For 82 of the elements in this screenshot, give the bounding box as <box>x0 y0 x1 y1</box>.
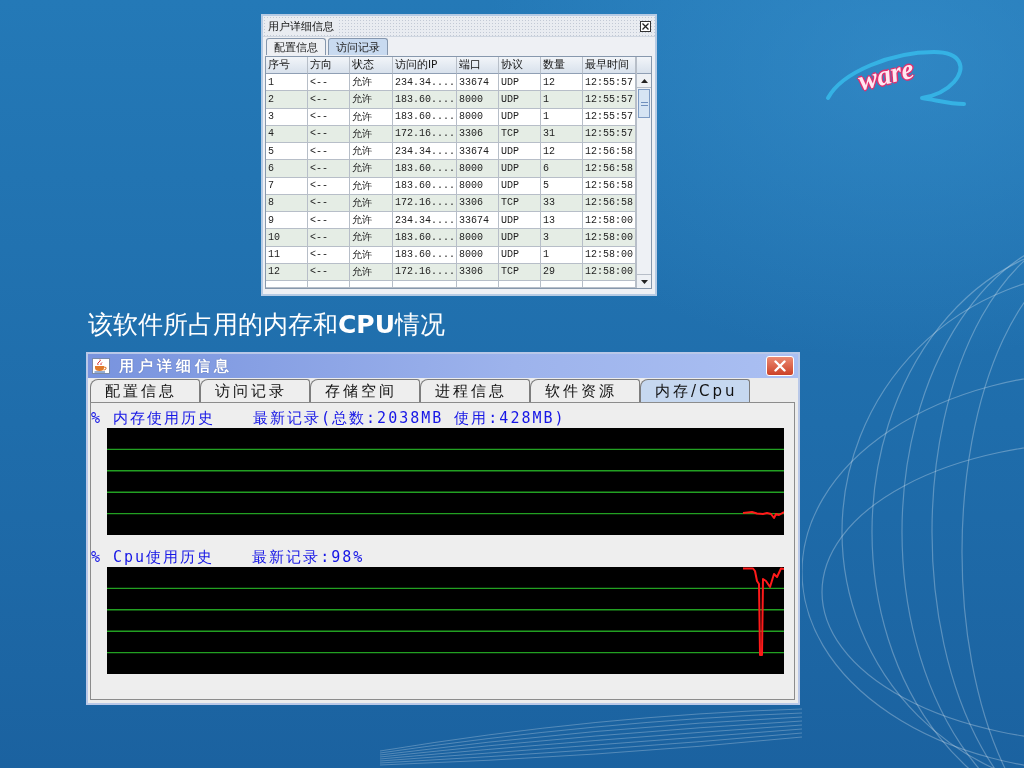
table-cell: 允许 <box>350 177 393 195</box>
table-cell: 允许 <box>350 246 393 264</box>
tab[interactable]: 内存/Cpu <box>640 379 750 402</box>
table-cell: <-- <box>308 91 350 109</box>
tab[interactable]: 存储空间 <box>310 379 420 402</box>
column-header[interactable]: 最早时间 <box>583 57 636 74</box>
table-cell: 183.60.... <box>393 246 457 264</box>
table-cell: 12:55:57 <box>583 91 636 109</box>
table-cell: 3 <box>266 108 308 126</box>
table-cell: <-- <box>308 108 350 126</box>
latest-reading: 最新记录:98% <box>252 548 365 566</box>
table-cell: 5 <box>541 177 583 195</box>
table-cell: UDP <box>499 160 541 178</box>
tab[interactable]: 访问记录 <box>328 38 388 55</box>
tab[interactable]: 软件资源 <box>530 379 640 402</box>
close-icon[interactable] <box>640 20 651 32</box>
caption-text: 该软件所占用的内存和CPU情况 <box>88 310 445 340</box>
table-cell: 183.60.... <box>393 177 457 195</box>
table-cell: 1 <box>541 246 583 264</box>
latest-reading: 最新记录(总数:2038MB 使用:428MB) <box>253 409 566 427</box>
table-cell: 8000 <box>457 160 499 178</box>
graph-label: % 内存使用历史 <box>91 409 216 427</box>
tab[interactable]: 配置信息 <box>266 38 326 55</box>
down-triangle-icon <box>640 279 648 284</box>
table-cell: 8000 <box>457 177 499 195</box>
table-cell: <-- <box>308 229 350 247</box>
table-cell: 8000 <box>457 91 499 109</box>
coffee-cup-icon <box>92 358 110 374</box>
column-header[interactable]: 访问的IP <box>393 57 457 74</box>
table-cell: 183.60.... <box>393 229 457 247</box>
table-cell: <-- <box>308 246 350 264</box>
table-cell: 12:58:00 <box>583 246 636 264</box>
table-cell: 1 <box>541 91 583 109</box>
table-cell: 8000 <box>457 229 499 247</box>
graph-label: % Cpu使用历史 <box>91 548 215 566</box>
table-cell: 10 <box>266 229 308 247</box>
column-header[interactable]: 方向 <box>308 57 350 74</box>
column-header[interactable]: 状态 <box>350 57 393 74</box>
usage-line <box>742 511 784 519</box>
table-cell: <-- <box>308 177 350 195</box>
table-cell: 1 <box>541 108 583 126</box>
table-cell: 12:56:58 <box>583 177 636 195</box>
table-cell: 3 <box>541 229 583 247</box>
table-cell: 183.60.... <box>393 91 457 109</box>
table-cell: 允许 <box>350 160 393 178</box>
table-cell: 6 <box>266 160 308 178</box>
table-cell: 允许 <box>350 229 393 247</box>
vertical-scrollbar[interactable] <box>637 74 651 288</box>
table-cell: UDP <box>499 108 541 126</box>
up-triangle-icon <box>640 78 648 83</box>
logo-text: ware <box>855 53 917 97</box>
table-cell: 8000 <box>457 108 499 126</box>
column-header[interactable]: 端口 <box>457 57 499 74</box>
table-cell: 12:58:00 <box>583 229 636 247</box>
table-cell: 2 <box>266 91 308 109</box>
table-cell: 12:56:58 <box>583 160 636 178</box>
tab[interactable]: 配置信息 <box>90 379 200 402</box>
scrollbar-thumb[interactable] <box>638 89 650 118</box>
table-cell: 8000 <box>457 246 499 264</box>
table-cell: 12:55:57 <box>583 108 636 126</box>
table-cell: 183.60.... <box>393 108 457 126</box>
table-cell: 允许 <box>350 91 393 109</box>
tab[interactable]: 进程信息 <box>420 379 530 402</box>
table-cell: 183.60.... <box>393 160 457 178</box>
column-header[interactable]: 协议 <box>499 57 541 74</box>
table-cell: UDP <box>499 229 541 247</box>
table-cell: <-- <box>308 160 350 178</box>
window-title: 用户详细信息 <box>267 19 337 33</box>
table-cell: 允许 <box>350 108 393 126</box>
table-cell: UDP <box>499 246 541 264</box>
column-header[interactable]: 序号 <box>266 57 308 74</box>
tab[interactable]: 访问记录 <box>200 379 310 402</box>
table-cell: UDP <box>499 177 541 195</box>
grip-icon <box>640 101 648 106</box>
column-header[interactable]: 数量 <box>541 57 583 74</box>
table-cell: UDP <box>499 91 541 109</box>
close-icon <box>774 360 786 372</box>
window-title: 用户详细信息 <box>119 356 233 376</box>
table-cell: 7 <box>266 177 308 195</box>
table-cell: 11 <box>266 246 308 264</box>
close-button[interactable] <box>766 356 794 376</box>
table-cell: 6 <box>541 160 583 178</box>
